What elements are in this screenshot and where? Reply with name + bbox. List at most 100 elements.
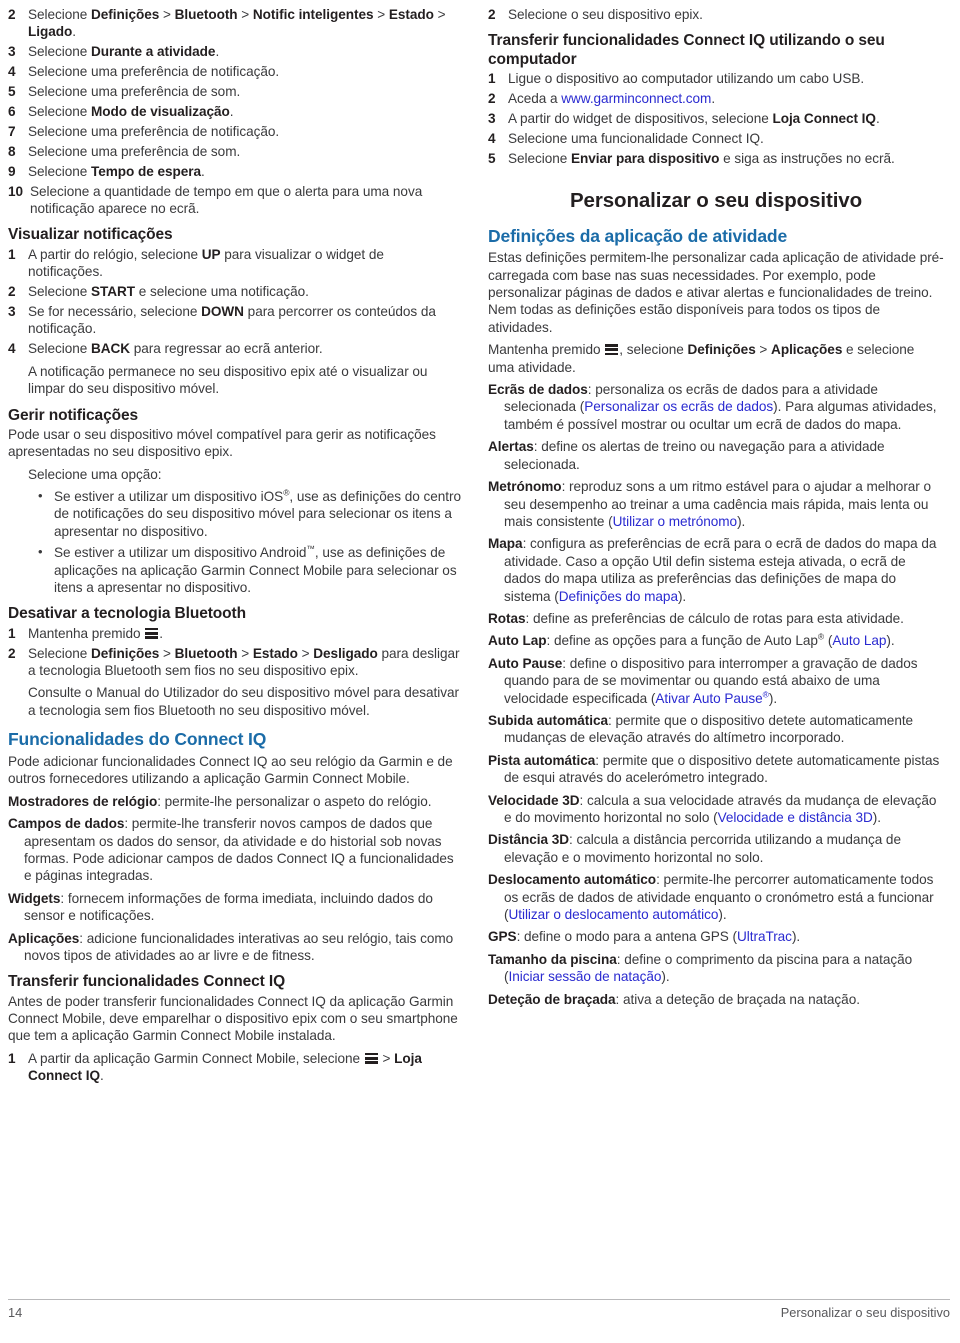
page-footer: 14 Personalizar o seu dispositivo	[8, 1299, 950, 1327]
definition-term: Widgets	[8, 890, 61, 906]
list-item-text: Selecione BACK para regressar ao ecrã an…	[28, 341, 323, 357]
definition-term: GPS	[488, 929, 517, 945]
definition-term: Alertas	[488, 439, 534, 455]
list-item-number: 7	[8, 123, 16, 139]
definition-description: : define o modo para a antena GPS (Ultra…	[516, 929, 801, 945]
list-item-text: Selecione uma funcionalidade Connect IQ.	[508, 130, 764, 146]
definition-term: Auto Lap	[488, 633, 547, 649]
list-item-text: A partir do widget de dispositivos, sele…	[508, 110, 880, 126]
list-item-text: A partir do relógio, selecione UP para v…	[28, 246, 384, 280]
definition-term: Distância 3D	[488, 832, 569, 848]
list-item: 3 A partir do widget de dispositivos, sel…	[488, 110, 944, 127]
list-item-text: Selecione Modo de visualização.	[28, 104, 234, 120]
list-item-text: Selecione Enviar para dispositivo e siga…	[508, 150, 895, 166]
footer-divider	[8, 1299, 950, 1300]
view-notifications-note: A notificação permanece no seu dispositi…	[28, 363, 428, 397]
list-item-number: 2	[488, 7, 496, 22]
list-item: 5 Selecione uma preferência de som.	[8, 83, 462, 100]
list-item-text: Selecione a quantidade de tempo em que o…	[30, 183, 423, 217]
definition-description: : fornecem informações de forma imediata…	[24, 890, 433, 924]
definition-entry: Auto Pause: define o dispositivo para in…	[488, 655, 944, 707]
list-item-text: Ligue o dispositivo ao computador utiliz…	[508, 70, 865, 86]
list-item-text: Selecione uma preferência de som.	[28, 84, 241, 100]
list-item-number: 5	[488, 150, 496, 166]
running-header: Personalizar o seu dispositivo	[780, 1305, 950, 1320]
activity-app-settings-intro: Estas definições permitem-lhe personaliz…	[488, 250, 944, 335]
transfer-via-computer-steps: 1 Ligue o dispositivo ao computador utili…	[488, 70, 944, 167]
list-item-number: 1	[8, 1050, 16, 1066]
smart-notifications-steps: 2 Selecione Definições > Bluetooth > Noti…	[8, 6, 462, 217]
list-item: 1 A partir da aplicação Garmin Connect Mo…	[8, 1050, 462, 1085]
manage-notifications-choose: Selecione uma opção:	[28, 466, 162, 482]
definition-entry: Ecrãs de dados: personaliza os ecrãs de …	[488, 381, 944, 433]
list-item: • Se estiver a utilizar um dispositivo An…	[8, 544, 462, 596]
definition-description: : define as preferências de cálculo de r…	[525, 610, 904, 626]
list-item-number: 4	[8, 64, 16, 80]
list-item: 2 Selecione o seu dispositivo epix.	[488, 6, 944, 23]
list-item-number: 3	[488, 110, 496, 126]
definition-description: : permite-lhe personalizar o aspeto do r…	[157, 793, 432, 809]
definition-entry: Subida automática: permite que o disposi…	[488, 712, 944, 747]
bullet-icon: •	[38, 488, 43, 503]
list-item-text: Selecione Definições > Bluetooth > Estad…	[28, 645, 460, 679]
definition-description: : reproduz sons a um ritmo estável para …	[504, 479, 932, 529]
list-item-text: Selecione uma preferência de notificação…	[28, 123, 280, 139]
list-item-number: 5	[8, 84, 16, 100]
definition-entry: Deteção de braçada: ativa a deteção de b…	[488, 991, 944, 1008]
disable-bluetooth-note: Consulte o Manual do Utilizador do seu d…	[28, 685, 459, 718]
list-item: 5 Selecione Enviar para dispositivo e sig…	[488, 150, 944, 167]
list-item-number: 3	[8, 44, 16, 60]
definition-entry: Deslocamento automático: permite-lhe per…	[488, 871, 944, 923]
activity-app-settings-instruction: Mantenha premido , selecione Definições …	[488, 342, 915, 375]
heading-definicoes-aplicacao-atividade: Definições da aplicação de atividade	[488, 225, 788, 246]
list-item: 2 Selecione START e selecione uma notific…	[8, 283, 462, 300]
connect-iq-intro: Pode adicionar funcionalidades Connect I…	[8, 753, 453, 787]
list-item: 1 A partir do relógio, selecione UP para …	[8, 246, 462, 281]
connect-iq-definitions: Mostradores de relógio: permite-lhe pers…	[8, 793, 462, 965]
definition-entry: Rotas: define as preferências de cálculo…	[488, 610, 944, 627]
list-item: 2 Selecione Definições > Bluetooth > Esta…	[8, 645, 462, 680]
definition-term: Auto Pause	[488, 655, 563, 671]
definition-description: : define o dispositivo para interromper …	[504, 655, 918, 706]
transfer-connect-iq-steps: 1 A partir da aplicação Garmin Connect Mo…	[8, 1050, 462, 1085]
list-item-number: 4	[8, 341, 16, 357]
list-item-number: 1	[8, 246, 16, 262]
definition-entry: Mostradores de relógio: permite-lhe pers…	[8, 793, 462, 810]
list-item-number: 1	[488, 70, 496, 86]
heading-desativar-bluetooth: Desativar a tecnologia Bluetooth	[8, 605, 246, 623]
list-item: 2 Selecione Definições > Bluetooth > Noti…	[8, 6, 462, 41]
continued-steps: 2 Selecione o seu dispositivo epix.	[488, 6, 944, 23]
definition-term: Deteção de braçada	[488, 991, 616, 1007]
page-number: 14	[8, 1305, 23, 1320]
list-item-text: Selecione o seu dispositivo epix.	[508, 7, 703, 22]
definition-entry: Metrónomo: reproduz sons a um ritmo está…	[488, 478, 944, 530]
list-item-number: 2	[8, 645, 16, 661]
list-item-text: Selecione START e selecione uma notifica…	[28, 284, 309, 300]
definition-description: : configura as preferências de ecrã para…	[504, 536, 937, 604]
list-item: 4 Selecione BACK para regressar ao ecrã a…	[8, 340, 462, 357]
list-item-number: 3	[8, 303, 16, 319]
definition-term: Pista automática	[488, 752, 596, 768]
definition-description: : define os alertas de treino ou navegaç…	[504, 439, 885, 472]
list-item-text: Selecione Tempo de espera.	[28, 163, 205, 179]
manage-notifications-intro: Pode usar o seu dispositivo móvel compat…	[8, 426, 436, 460]
heading-transferir-via-computador: Transferir funcionalidades Connect IQ ut…	[488, 32, 885, 68]
list-item: 2 Aceda a www.garminconnect.com.	[488, 90, 944, 107]
list-item-text: Selecione Definições > Bluetooth > Notif…	[28, 7, 446, 40]
list-item-number: 9	[8, 163, 16, 179]
manage-notifications-bullets: • Se estiver a utilizar um dispositivo iO…	[8, 488, 462, 596]
list-item: 1 Mantenha premido .	[8, 625, 462, 642]
definition-entry: Auto Lap: define as opções para a função…	[488, 632, 944, 649]
list-item: 6 Selecione Modo de visualização.	[8, 103, 462, 120]
transfer-connect-iq-intro: Antes de poder transferir funcionalidade…	[8, 993, 458, 1044]
list-item-number: 10	[8, 183, 24, 199]
definition-description: : ativa a deteção de braçada na natação.	[615, 991, 860, 1007]
list-item-text: Aceda a www.garminconnect.com.	[508, 90, 716, 106]
definition-entry: Tamanho da piscina: define o comprimento…	[488, 951, 944, 986]
list-item-text: Se estiver a utilizar um dispositivo And…	[54, 543, 457, 596]
definition-description: : define as opções para a função de Auto…	[546, 631, 895, 649]
definition-entry: GPS: define o modo para a antena GPS (Ul…	[488, 928, 944, 945]
heading-transferir-connect-iq: Transferir funcionalidades Connect IQ	[8, 973, 286, 991]
heading-visualizar-notificacoes: Visualizar notificações	[8, 226, 173, 244]
list-item-number: 2	[8, 7, 16, 22]
